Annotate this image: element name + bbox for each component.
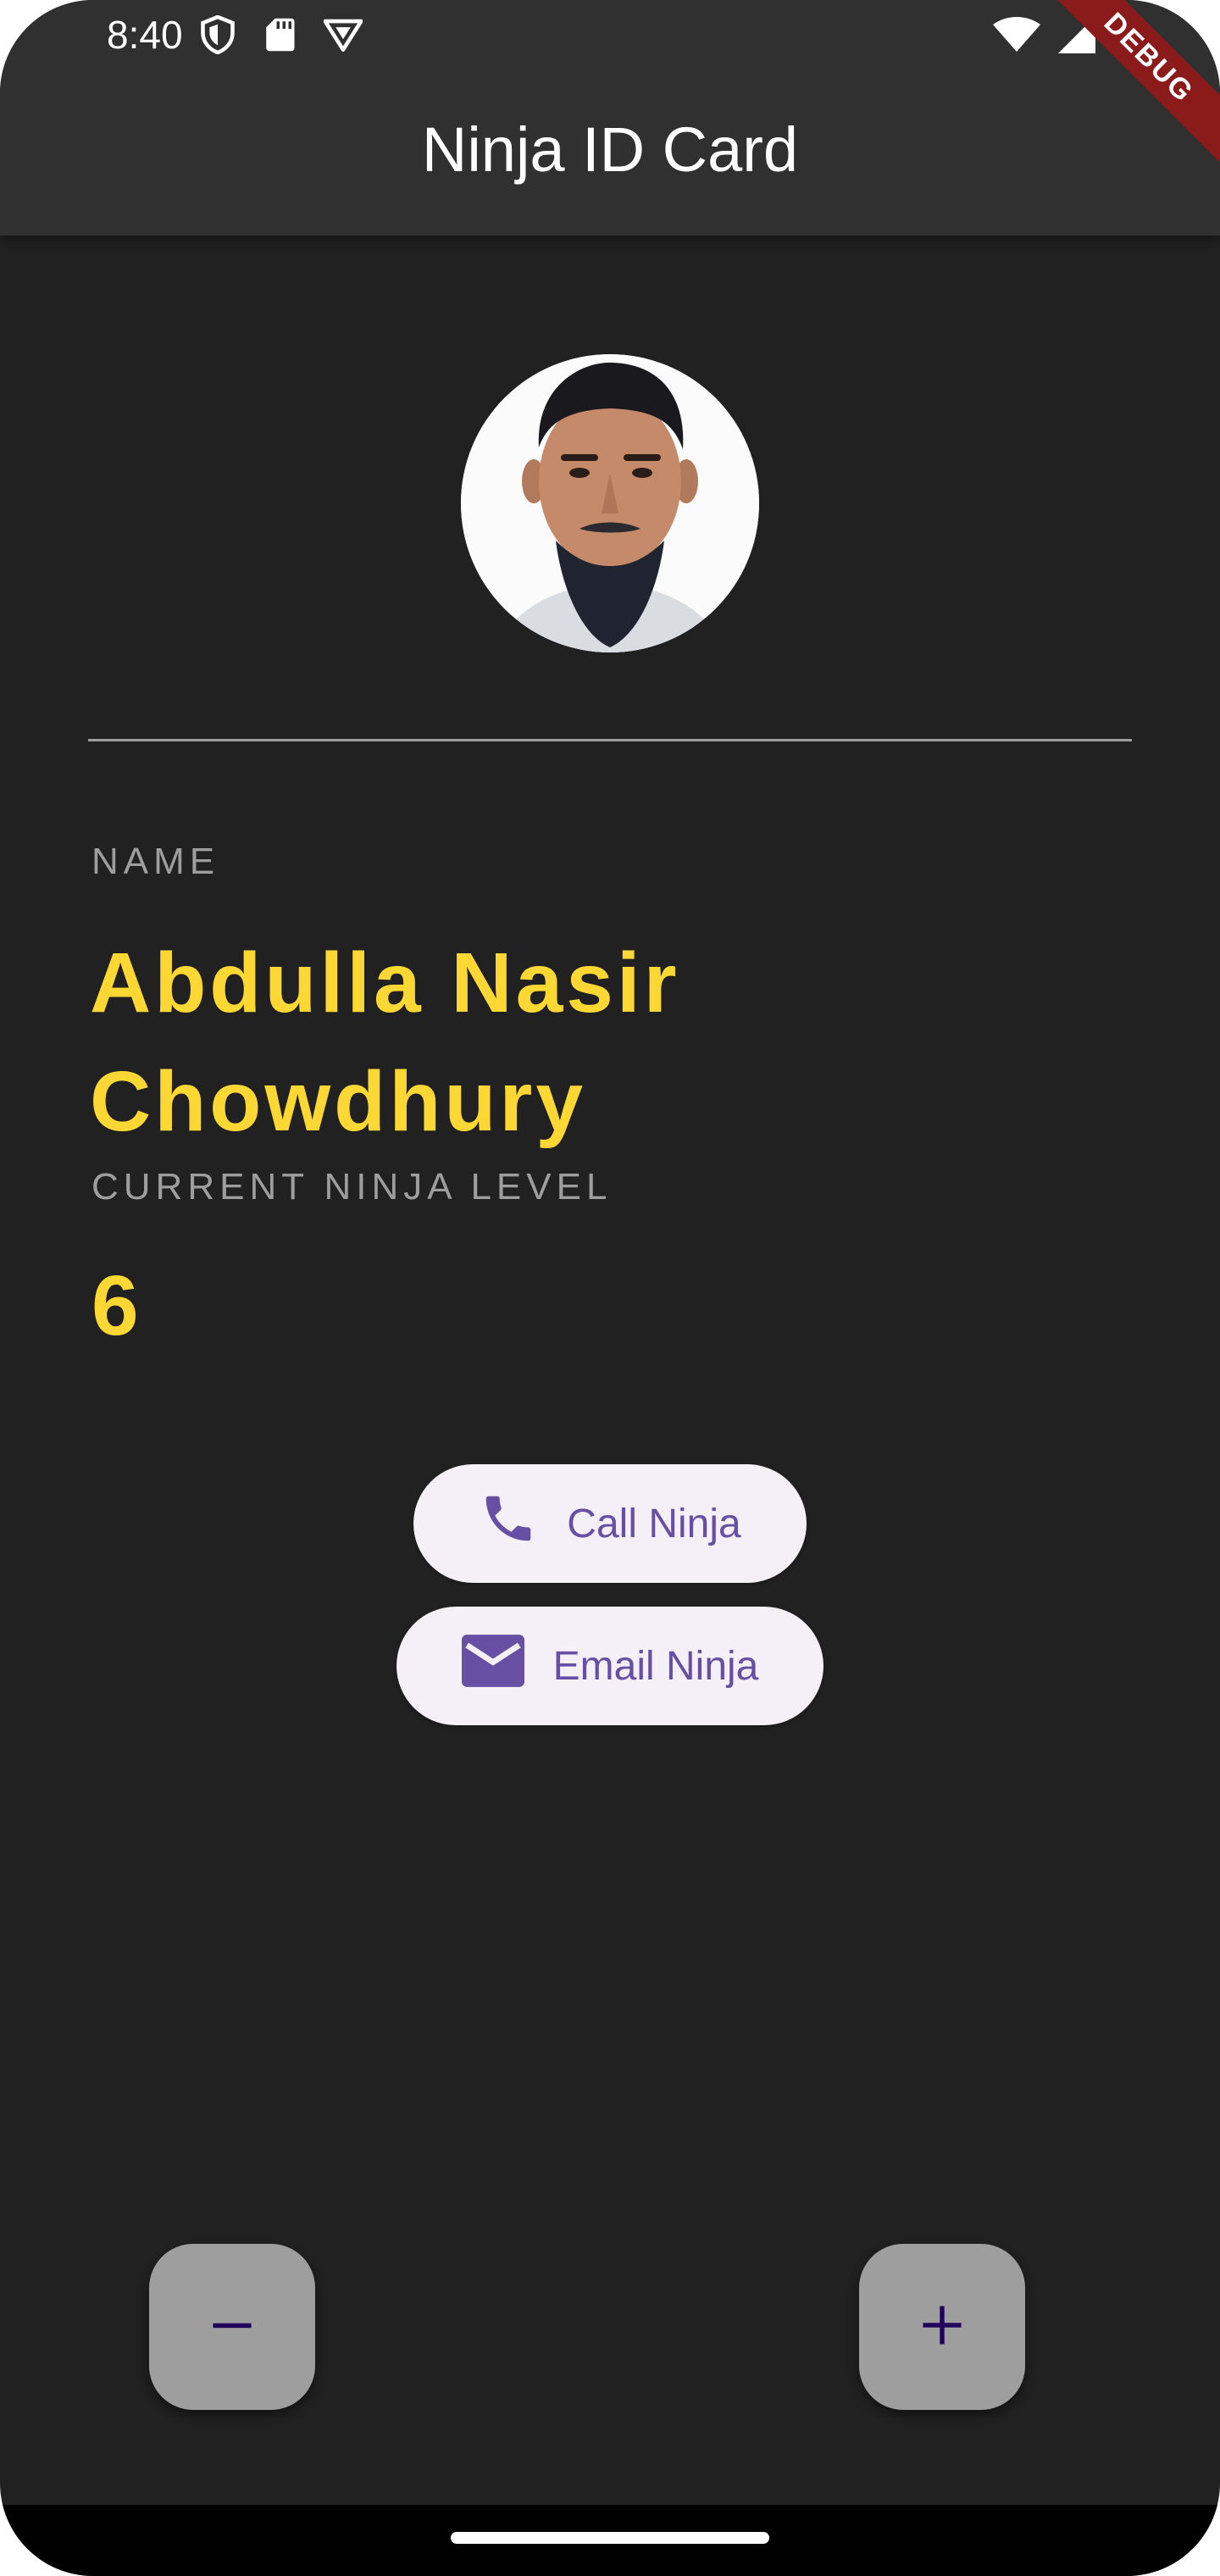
vpn-icon (323, 18, 363, 56)
ninja-name: Abdulla Nasir Chowdhury (90, 935, 680, 1149)
call-ninja-label: Call Ninja (567, 1501, 741, 1546)
decrement-level-button[interactable] (149, 2244, 315, 2410)
level-label: CURRENT NINJA LEVEL (92, 1166, 613, 1208)
plus-icon (919, 2302, 965, 2352)
phone-icon (479, 1489, 538, 1558)
phone-screen: 8:40 Ninja ID Card DEBUG NAME Abdulla Na… (0, 0, 1220, 2576)
status-time: 8:40 (107, 13, 183, 57)
ninja-level: 6 (92, 1258, 139, 1353)
increment-level-button[interactable] (859, 2244, 1025, 2410)
call-ninja-button[interactable]: Call Ninja (413, 1464, 807, 1583)
sd-card-icon (264, 17, 295, 57)
minus-icon (209, 2302, 255, 2352)
name-label: NAME (92, 841, 220, 882)
app-bar: 8:40 Ninja ID Card (0, 0, 1220, 236)
mail-icon (461, 1635, 524, 1697)
app-title: Ninja ID Card (421, 114, 799, 185)
wifi-icon (993, 16, 1040, 58)
avatar (461, 354, 759, 652)
email-ninja-button[interactable]: Email Ninja (396, 1607, 824, 1725)
shield-icon (200, 14, 236, 58)
home-indicator[interactable] (451, 2532, 769, 2544)
email-ninja-label: Email Ninja (552, 1643, 759, 1689)
divider (88, 739, 1132, 741)
status-icons-left (200, 14, 363, 58)
